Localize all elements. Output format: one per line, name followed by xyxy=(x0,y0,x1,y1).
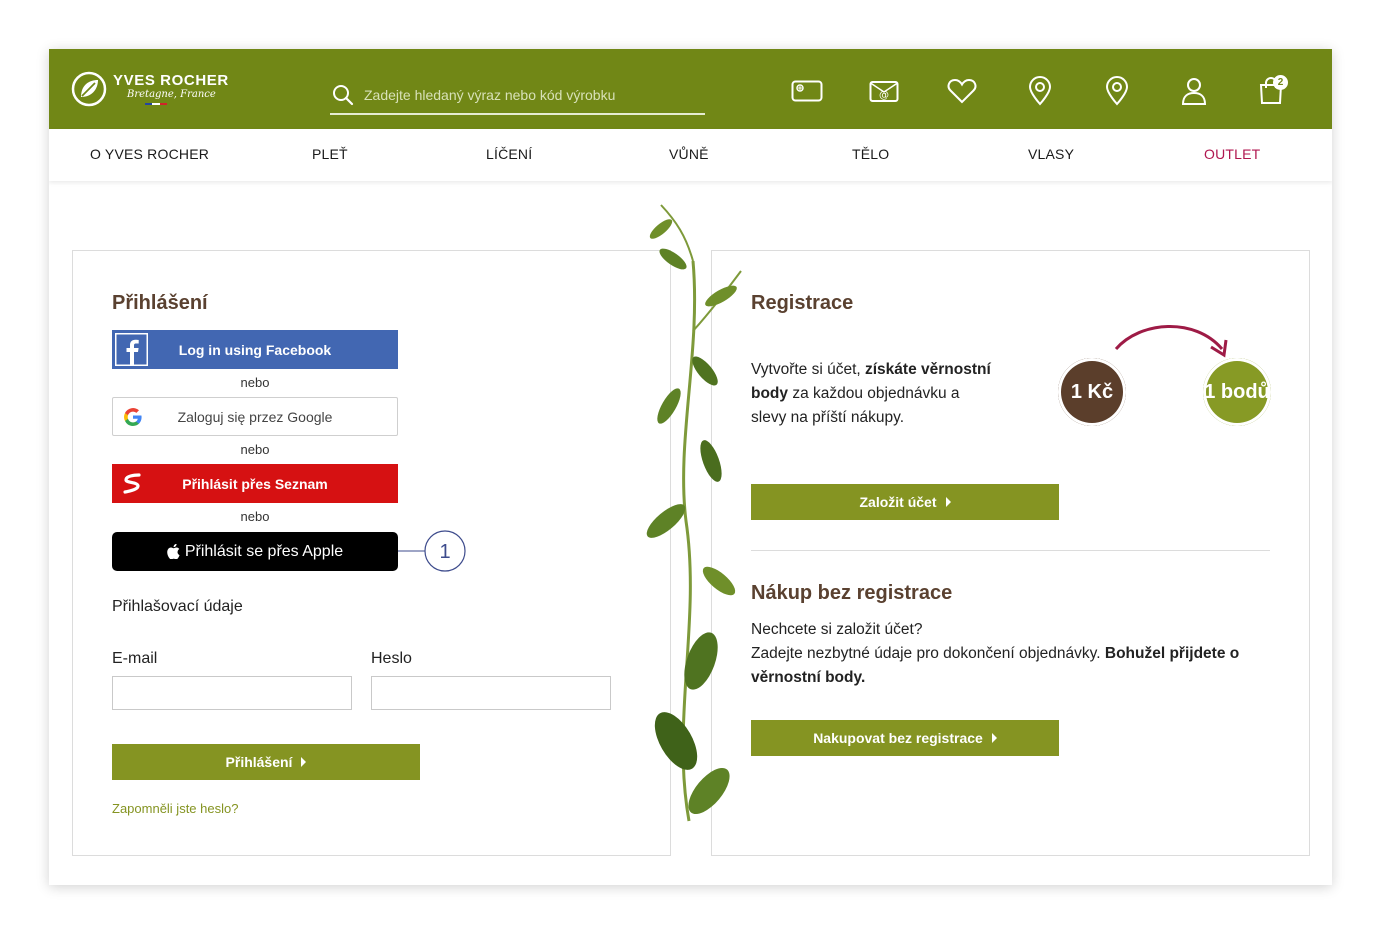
login-panel: Přihlášení Log in using Facebook nebo Za… xyxy=(72,250,671,856)
curved-arrow-icon xyxy=(1114,325,1228,358)
guest-text-line: Nechcete si založit účet? xyxy=(751,621,923,638)
register-title: Registrace xyxy=(751,292,854,314)
or-separator: nebo xyxy=(240,509,270,524)
cart-count-badge: 2 xyxy=(1273,75,1288,90)
search-input[interactable] xyxy=(364,87,694,103)
apple-login-label: Přihlásit se přes Apple xyxy=(184,542,344,560)
heart-icon xyxy=(947,78,977,104)
register-text-part: Vytvořte si účet, xyxy=(751,361,865,378)
register-panel: Registrace Vytvořte si účet, získáte věr… xyxy=(711,250,1310,856)
location-pin-icon xyxy=(1028,76,1052,106)
account-button[interactable] xyxy=(1177,75,1211,107)
google-login-button[interactable]: Zaloguj się przez Google xyxy=(112,397,398,436)
leaf-logo-icon xyxy=(71,71,107,107)
french-flag xyxy=(145,103,167,105)
apple-login-button[interactable]: Přihlásit se přes Apple xyxy=(112,532,398,571)
email-field[interactable] xyxy=(112,676,352,710)
step-callout-number: 1 xyxy=(439,541,450,563)
gift-card-button[interactable] xyxy=(790,75,824,107)
store-locator-button[interactable] xyxy=(1023,75,1057,107)
brand-logo[interactable]: YVES ROCHER Bretagne, France xyxy=(71,71,229,107)
guest-description: Nechcete si založit účet? Zadejte nezbyt… xyxy=(751,618,1251,690)
facebook-icon xyxy=(115,333,148,366)
or-separator: nebo xyxy=(240,375,270,390)
cart-button[interactable]: 2 xyxy=(1254,75,1288,107)
create-account-button[interactable]: Založit účet xyxy=(751,484,1059,520)
guest-text-line: Zadejte nezbytné údaje pro dokončení obj… xyxy=(751,642,1251,690)
nav-item-about[interactable]: O YVES ROCHER xyxy=(90,146,209,162)
nav-item-skin[interactable]: PLEŤ xyxy=(312,146,348,162)
password-label: Heslo xyxy=(371,650,412,667)
forgot-password-link[interactable]: Zapomněli jste heslo? xyxy=(112,801,238,816)
password-field[interactable] xyxy=(371,676,611,710)
user-icon xyxy=(1181,78,1207,105)
seznam-login-button[interactable]: Přihlásit přes Seznam xyxy=(112,464,398,503)
guest-checkout-button[interactable]: Nakupovat bez registrace xyxy=(751,720,1059,756)
gift-card-icon xyxy=(791,80,823,102)
section-divider xyxy=(751,550,1270,551)
currency-coin: 1 Kč xyxy=(1058,358,1126,426)
credentials-heading: Přihlašovací údaje xyxy=(112,598,243,615)
main-nav: O YVES ROCHER PLEŤ LÍČENÍ VŮNĚ TĚLO VLAS… xyxy=(49,129,1332,181)
nav-item-makeup[interactable]: LÍČENÍ xyxy=(486,146,532,162)
guest-text-part: Zadejte nezbytné údaje pro dokončení obj… xyxy=(751,645,1105,662)
seznam-icon xyxy=(123,473,141,494)
email-label: E-mail xyxy=(112,650,158,667)
newsletter-button[interactable]: @ xyxy=(867,75,901,107)
nav-item-outlet[interactable]: OUTLET xyxy=(1204,146,1260,162)
search-bar xyxy=(330,77,705,115)
seznam-login-label: Přihlásit přes Seznam xyxy=(182,475,328,492)
caret-right-icon xyxy=(991,733,997,743)
brand-subtitle: Bretagne, France xyxy=(127,89,216,100)
login-submit-button[interactable]: Přihlášení xyxy=(112,744,420,780)
wishlist-button[interactable] xyxy=(945,75,979,107)
guest-checkout-label: Nakupovat bez registrace xyxy=(813,730,983,746)
nav-item-body[interactable]: TĚLO xyxy=(852,146,889,162)
nav-item-hair[interactable]: VLASY xyxy=(1028,146,1074,162)
points-coin: 1 bodů xyxy=(1203,358,1271,426)
or-separator: nebo xyxy=(240,442,270,457)
apple-icon xyxy=(167,544,180,559)
page-frame: YVES ROCHER Bretagne, France @ xyxy=(49,49,1332,885)
decorative-leaves-image xyxy=(646,204,742,822)
create-account-label: Založit účet xyxy=(859,494,937,510)
facebook-login-button[interactable]: Log in using Facebook xyxy=(112,330,398,369)
svg-text:@: @ xyxy=(879,90,889,101)
register-description: Vytvořte si účet, získáte věrnostní body… xyxy=(751,358,991,430)
header-bar: YVES ROCHER Bretagne, France @ xyxy=(49,49,1332,129)
location-pin-icon xyxy=(1105,76,1129,106)
email-icon: @ xyxy=(869,81,899,102)
facebook-login-label: Log in using Facebook xyxy=(178,341,332,358)
guest-title: Nákup bez registrace xyxy=(751,582,953,604)
search-icon[interactable] xyxy=(332,84,354,106)
brand-name: YVES ROCHER xyxy=(113,72,229,89)
login-submit-label: Přihlášení xyxy=(225,754,293,770)
store-locator-button-2[interactable] xyxy=(1100,75,1134,107)
caret-right-icon xyxy=(301,757,307,767)
step-callout-marker: 1 xyxy=(398,530,466,572)
caret-right-icon xyxy=(945,497,951,507)
nav-item-fragrance[interactable]: VŮNĚ xyxy=(669,146,709,162)
google-icon xyxy=(124,408,142,426)
login-title: Přihlášení xyxy=(112,292,208,314)
google-login-label: Zaloguj się przez Google xyxy=(177,408,333,425)
